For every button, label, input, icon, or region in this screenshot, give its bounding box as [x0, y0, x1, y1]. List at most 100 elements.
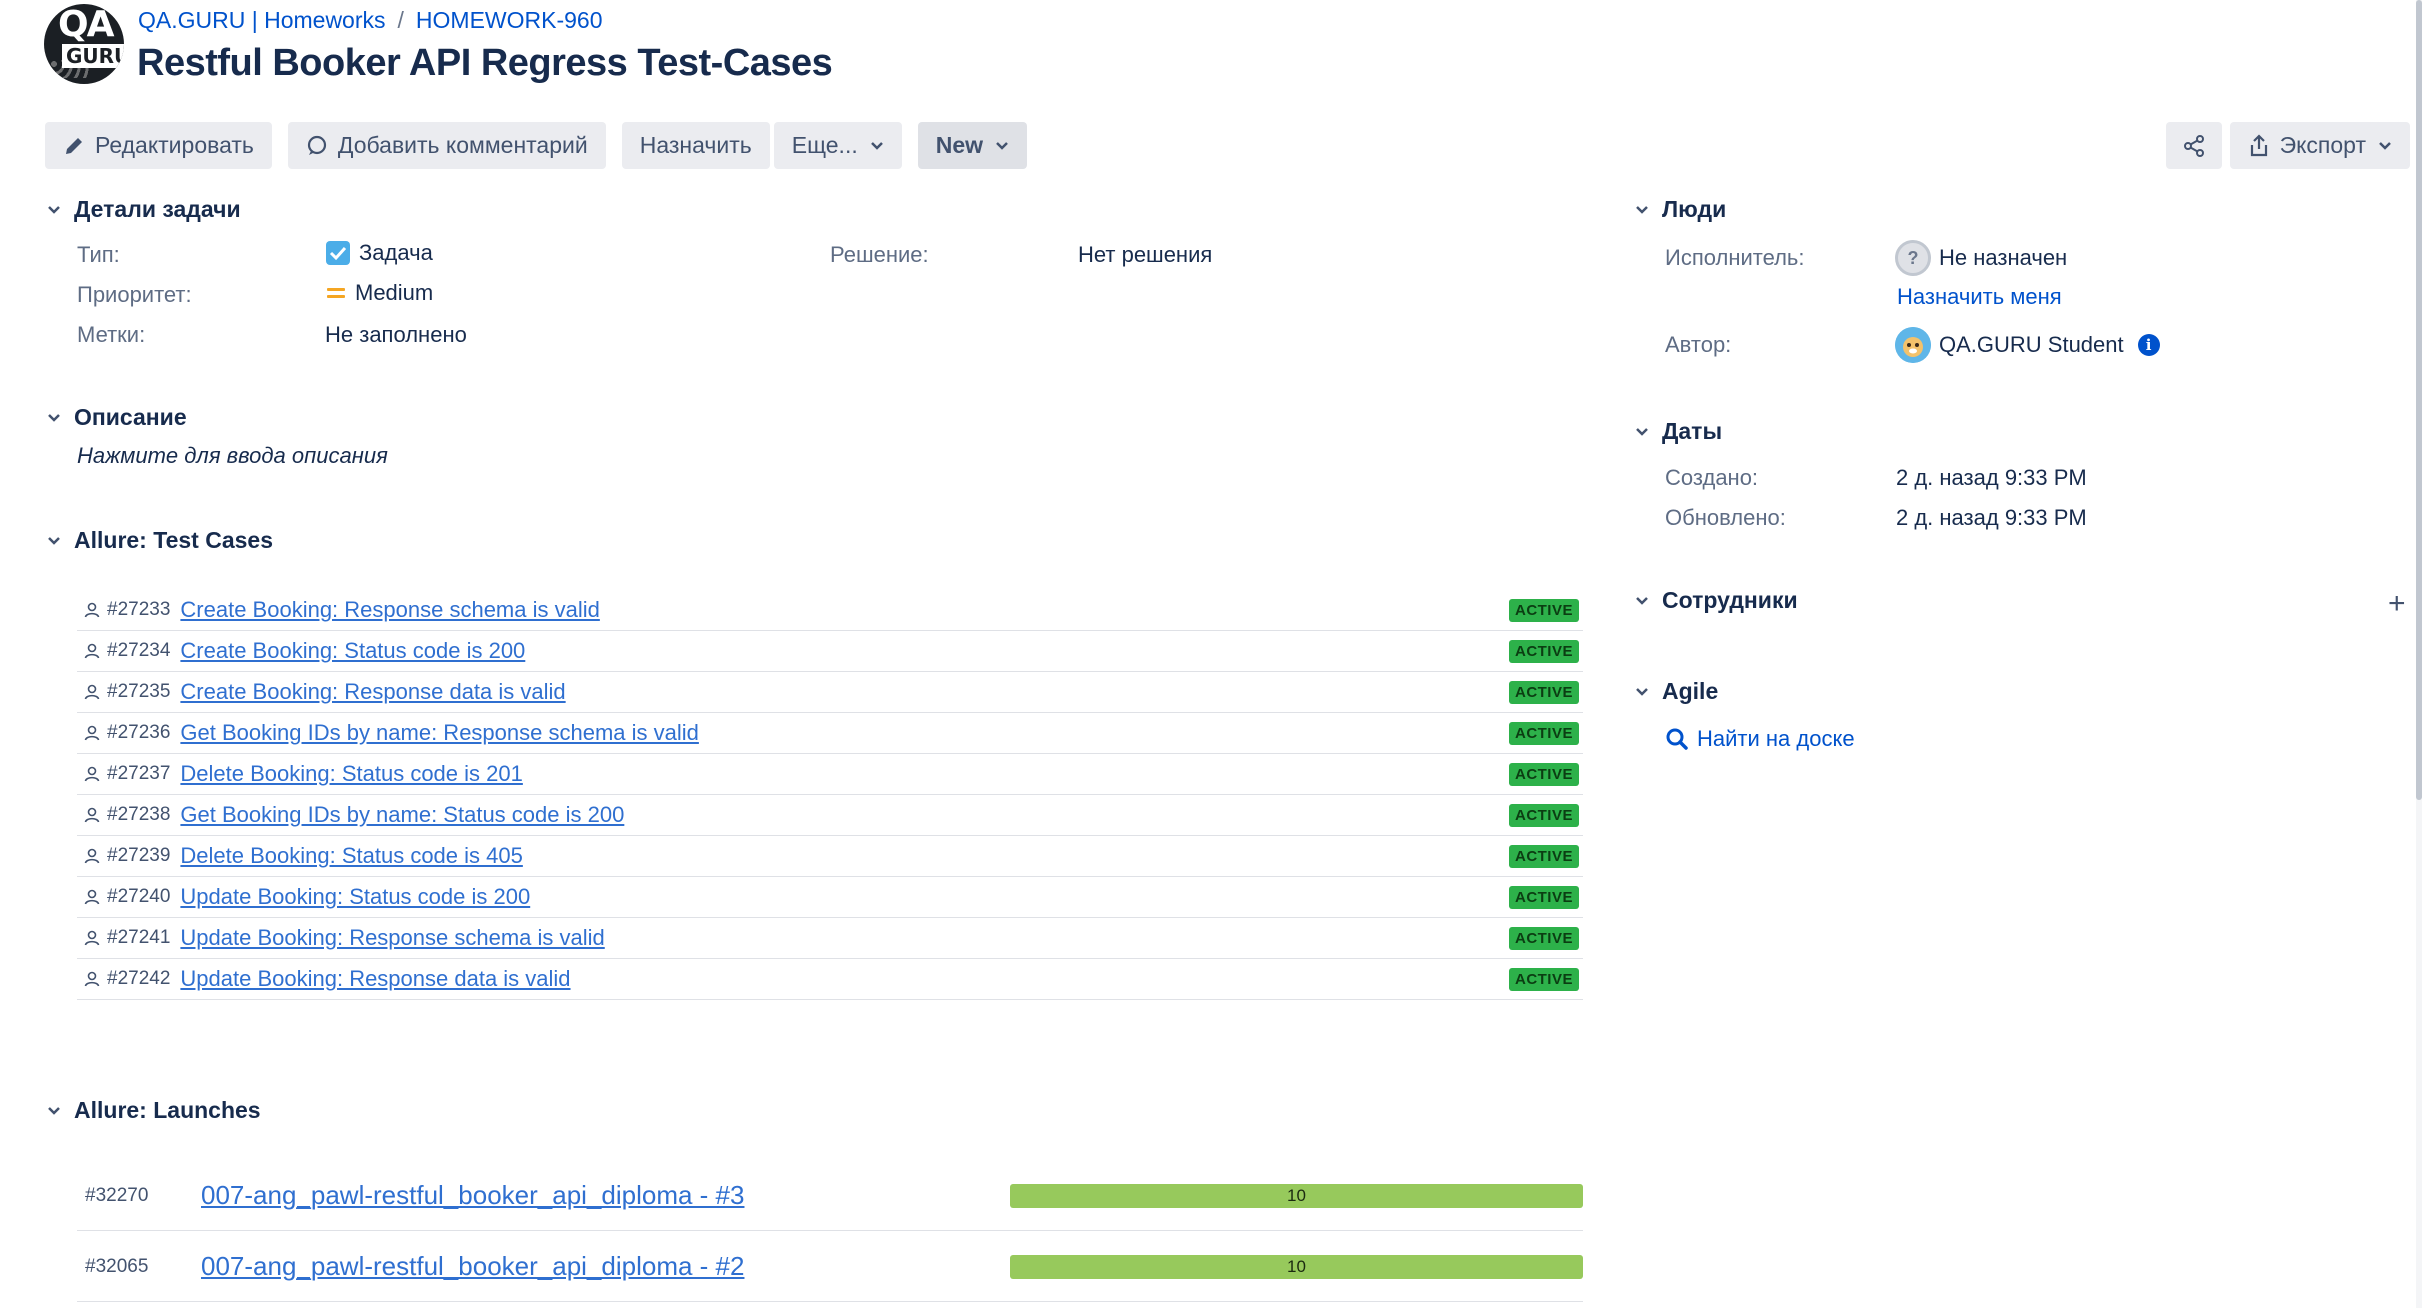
- details-heading: Детали задачи: [74, 196, 241, 222]
- assignee-value[interactable]: ? Не назначен: [1895, 240, 2067, 276]
- test-case-person-icon: [84, 766, 100, 782]
- test-case-person-icon: [84, 602, 100, 618]
- task-checkbox-icon: [326, 241, 350, 265]
- pencil-icon: [66, 137, 82, 154]
- info-icon[interactable]: i: [2137, 334, 2160, 356]
- status-badge: ACTIVE: [1508, 804, 1579, 827]
- test-cases-section-header[interactable]: Allure: Test Cases: [44, 527, 273, 554]
- priority-value[interactable]: Medium: [325, 280, 433, 306]
- launch-id: #32270: [85, 1184, 149, 1206]
- logo-text-top: QA: [58, 4, 114, 45]
- test-case-person-icon: [84, 848, 100, 864]
- launch-link[interactable]: 007-ang_pawl-restful_booker_api_diploma …: [201, 1251, 744, 1282]
- assign-button[interactable]: Назначить: [621, 122, 770, 169]
- user-avatar: [1895, 327, 1931, 363]
- test-case-row: #27237 Delete Booking: Status code is 201…: [77, 754, 1583, 795]
- test-case-id: #27238: [107, 804, 171, 825]
- agile-heading: Agile: [1662, 678, 1719, 704]
- add-comment-button[interactable]: Добавить комментарий: [287, 122, 606, 169]
- people-section-header[interactable]: Люди: [1632, 196, 1726, 223]
- created-label: Создано:: [1665, 465, 1759, 490]
- test-case-row: #27238 Get Booking IDs by name: Status co…: [77, 795, 1583, 836]
- search-icon: [1666, 728, 1688, 750]
- test-case-link[interactable]: Create Booking: Response schema is valid: [180, 597, 599, 623]
- more-actions-dropdown[interactable]: Еще...: [773, 122, 902, 169]
- created-value: 2 д. назад 9:33 PM: [1896, 465, 2087, 490]
- status-badge: ACTIVE: [1508, 722, 1579, 745]
- details-section-header[interactable]: Детали задачи: [44, 196, 241, 223]
- comment-icon: [307, 135, 326, 155]
- project-logo[interactable]: QA GURU: [44, 4, 124, 84]
- test-case-row: #27241 Update Booking: Response schema is…: [77, 918, 1583, 959]
- employees-section-header[interactable]: Сотрудники: [1632, 587, 1798, 614]
- status-badge: ACTIVE: [1508, 968, 1579, 991]
- export-icon: [2250, 133, 2267, 156]
- assign-to-me-link[interactable]: Назначить меня: [1897, 284, 2062, 310]
- collapse-chevron-icon: [1632, 591, 1652, 611]
- test-case-link[interactable]: Update Booking: Response data is valid: [180, 966, 570, 992]
- test-case-row: #27236 Get Booking IDs by name: Response …: [77, 713, 1583, 754]
- reporter-label: Автор:: [1665, 332, 1732, 357]
- priority-medium-icon: [327, 288, 345, 298]
- dates-section-header[interactable]: Даты: [1632, 418, 1722, 445]
- status-dropdown[interactable]: New: [917, 122, 1028, 169]
- launch-row: #32065 007-ang_pawl-restful_booker_api_d…: [77, 1232, 1583, 1302]
- test-case-link[interactable]: Get Booking IDs by name: Status code is …: [180, 802, 624, 828]
- updated-value: 2 д. назад 9:33 PM: [1896, 505, 2087, 530]
- collapse-chevron-icon: [1632, 682, 1652, 702]
- collapse-chevron-icon: [44, 1101, 64, 1121]
- reporter-value[interactable]: QA.GURU Student i: [1895, 327, 2160, 363]
- test-case-person-icon: [84, 643, 100, 659]
- chevron-down-icon: [996, 141, 1008, 150]
- priority-value-text: Medium: [355, 280, 434, 305]
- launch-result-bar[interactable]: 10: [1010, 1184, 1583, 1208]
- test-case-link[interactable]: Get Booking IDs by name: Response schema…: [180, 720, 698, 746]
- collapse-chevron-icon: [1632, 200, 1652, 220]
- resolution-label: Решение:: [830, 242, 929, 267]
- breadcrumb-project-link[interactable]: QA.GURU | Homeworks: [138, 7, 386, 34]
- test-case-person-icon: [84, 807, 100, 823]
- launch-link[interactable]: 007-ang_pawl-restful_booker_api_diploma …: [201, 1180, 744, 1211]
- add-employee-icon[interactable]: +: [2388, 587, 2406, 621]
- test-case-id: #27235: [107, 681, 171, 702]
- test-cases-heading: Allure: Test Cases: [74, 527, 273, 553]
- share-button[interactable]: [2165, 122, 2222, 169]
- test-case-link[interactable]: Update Booking: Response schema is valid: [180, 925, 604, 951]
- test-case-link[interactable]: Create Booking: Status code is 200: [180, 638, 525, 664]
- export-dropdown[interactable]: Экспорт: [2229, 122, 2410, 169]
- collapse-chevron-icon: [44, 200, 64, 220]
- status-badge: ACTIVE: [1508, 886, 1579, 909]
- test-case-link[interactable]: Delete Booking: Status code is 201: [180, 761, 522, 787]
- resolution-value: Нет решения: [1078, 242, 1213, 267]
- assignee-label: Исполнитель:: [1665, 245, 1805, 270]
- test-case-link[interactable]: Update Booking: Status code is 200: [180, 884, 530, 910]
- page-scrollbar[interactable]: [2416, 0, 2422, 1308]
- test-case-row: #27239 Delete Booking: Status code is 405…: [77, 836, 1583, 877]
- agile-section-header[interactable]: Agile: [1632, 678, 1718, 705]
- logo-text-bottom: GURU: [62, 44, 124, 68]
- description-placeholder[interactable]: Нажмите для ввода описания: [77, 443, 388, 469]
- launch-result-bar[interactable]: 10: [1010, 1255, 1583, 1279]
- description-section-header[interactable]: Описание: [44, 404, 187, 431]
- test-case-row: #27233 Create Booking: Response schema is…: [77, 590, 1583, 631]
- collapse-chevron-icon: [1632, 422, 1652, 442]
- test-case-row: #27234 Create Booking: Status code is 200…: [77, 631, 1583, 672]
- edit-button[interactable]: Редактировать: [45, 122, 272, 169]
- toolbar-right: Экспорт: [2165, 122, 2410, 169]
- test-case-person-icon: [84, 684, 100, 700]
- type-value[interactable]: Задача: [325, 240, 433, 266]
- test-case-person-icon: [84, 930, 100, 946]
- launches-section-header[interactable]: Allure: Launches: [44, 1097, 261, 1124]
- edit-button-label: Редактировать: [95, 132, 254, 158]
- assign-button-label: Назначить: [639, 132, 752, 158]
- breadcrumb-issue-link[interactable]: HOMEWORK-960: [416, 7, 603, 34]
- scrollbar-thumb[interactable]: [2416, 0, 2422, 800]
- test-case-person-icon: [84, 971, 100, 987]
- labels-value[interactable]: Не заполнено: [325, 322, 467, 348]
- share-icon: [2183, 134, 2204, 157]
- find-on-board-link[interactable]: Найти на доске: [1665, 726, 1855, 752]
- assignee-value-text: Не назначен: [1939, 245, 2068, 270]
- test-case-link[interactable]: Delete Booking: Status code is 405: [180, 843, 522, 869]
- test-case-link[interactable]: Create Booking: Response data is valid: [180, 679, 565, 705]
- collapse-chevron-icon: [44, 531, 64, 551]
